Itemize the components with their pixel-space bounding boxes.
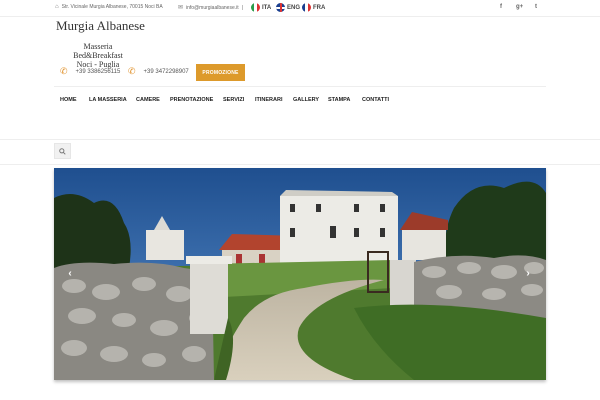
nav-item-stampa[interactable]: STAMPA xyxy=(328,97,362,103)
divider xyxy=(0,164,600,165)
google-plus-icon[interactable]: g+ xyxy=(516,4,523,10)
phone-2-text[interactable]: +39 3472298907 xyxy=(144,69,189,75)
phone-2[interactable]: ✆ +39 3472298907 xyxy=(128,66,189,77)
lang-fra[interactable]: FRA xyxy=(302,3,325,12)
lang-eng[interactable]: ENG xyxy=(276,3,300,12)
nav-item-prenotazione[interactable]: PRENOTAZIONE xyxy=(170,97,223,103)
hero-image xyxy=(54,168,546,380)
subtitle-line-1: Masseria Bed&Breakfast xyxy=(73,42,123,60)
email-text[interactable]: info@murgiaalbanese.it xyxy=(186,5,239,11)
flag-italy-icon xyxy=(251,3,260,12)
top-bar: ⌂ Str. Vicinale Murgia Albanese, 70015 N… xyxy=(0,0,600,17)
search-icon xyxy=(59,147,66,155)
site-subtitle: Masseria Bed&Breakfast Noci - Puglia xyxy=(59,42,137,69)
lang-ita[interactable]: ITA xyxy=(251,3,271,12)
search-button[interactable] xyxy=(54,143,71,159)
divider xyxy=(54,86,546,87)
lang-fra-label[interactable]: FRA xyxy=(313,5,325,11)
facebook-icon[interactable]: f xyxy=(500,4,502,10)
slider-prev-button[interactable]: ‹ xyxy=(62,265,78,281)
phone-icon: ✆ xyxy=(60,66,68,76)
phone-icon: ✆ xyxy=(128,66,136,76)
main-nav: HOME LA MASSERIA CAMERE PRENOTAZIONE SER… xyxy=(60,97,402,103)
twitter-icon[interactable]: t xyxy=(535,4,537,10)
envelope-icon: ✉ xyxy=(178,5,184,11)
nav-item-itinerari[interactable]: ITINERARI xyxy=(255,97,293,103)
flag-uk-icon xyxy=(276,3,285,12)
slider-next-button[interactable]: › xyxy=(520,265,536,281)
phone-1[interactable]: ✆ +39 3386256115 xyxy=(60,66,120,77)
address-text: Str. Vicinale Murgia Albanese, 70015 Noc… xyxy=(61,4,163,10)
nav-item-contatti[interactable]: CONTATTI xyxy=(362,97,402,103)
nav-item-la-masseria[interactable]: LA MASSERIA xyxy=(89,97,136,103)
flag-france-icon xyxy=(302,3,311,12)
home-icon: ⌂ xyxy=(55,4,59,10)
site-title[interactable]: Murgia Albanese xyxy=(56,18,145,34)
divider xyxy=(0,139,600,140)
nav-item-gallery[interactable]: GALLERY xyxy=(293,97,328,103)
promo-button[interactable]: PROMOZIONE xyxy=(196,64,245,81)
hero-slider[interactable]: ‹ › xyxy=(54,168,546,380)
lang-ita-label[interactable]: ITA xyxy=(262,5,271,11)
phone-1-text[interactable]: +39 3386256115 xyxy=(76,69,121,75)
lang-eng-label[interactable]: ENG xyxy=(287,5,300,11)
nav-item-servizi[interactable]: SERVIZI xyxy=(223,97,255,103)
address: ⌂ Str. Vicinale Murgia Albanese, 70015 N… xyxy=(55,4,163,10)
nav-item-camere[interactable]: CAMERE xyxy=(136,97,170,103)
email-link[interactable]: ✉ info@murgiaalbanese.it | xyxy=(178,4,243,12)
separator: | xyxy=(241,4,243,11)
nav-item-home[interactable]: HOME xyxy=(60,97,89,103)
